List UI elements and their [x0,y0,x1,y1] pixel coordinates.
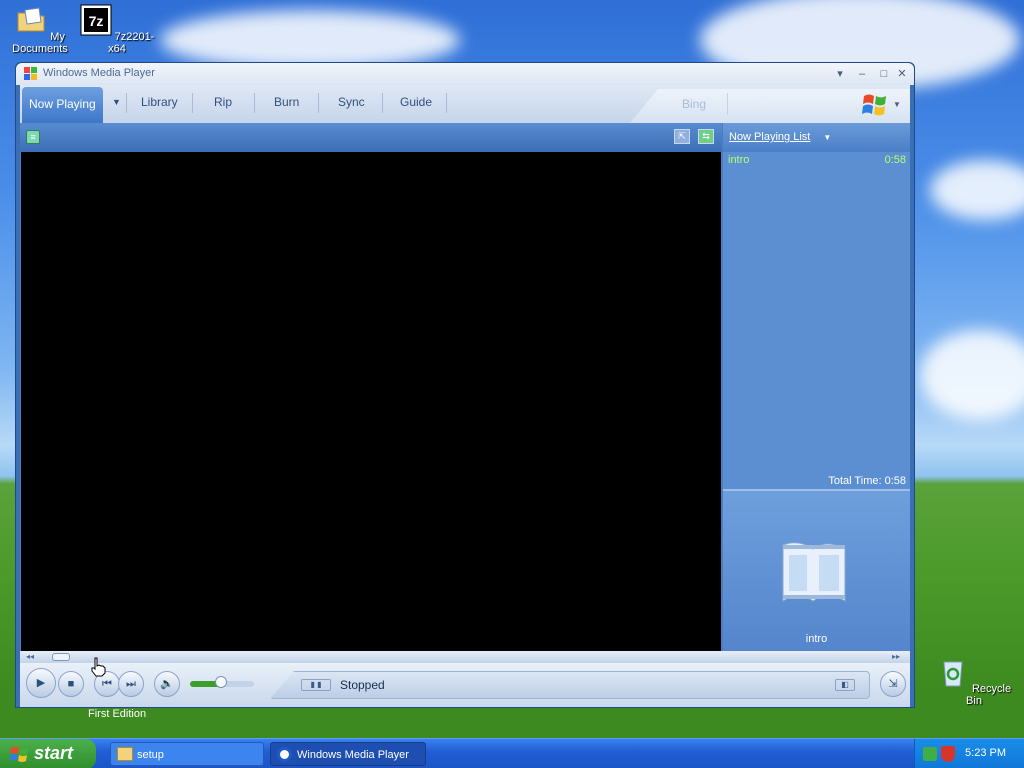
svg-text:7z: 7z [88,13,103,29]
seek-bar[interactable]: ◂◂ ▸▸ [20,651,910,663]
divider [382,93,383,113]
start-label: start [34,743,74,763]
maximize-icon[interactable]: □ [876,66,892,82]
cloud [160,10,460,70]
divider [727,93,728,115]
chevron-down-icon: ▼ [823,133,832,142]
7zip-icon: 7z [80,4,112,36]
playback-status: Stopped [340,678,385,692]
divider [126,93,127,113]
video-display[interactable] [21,152,721,652]
now-playing-toolbar: ≡ ⇱ ⇆ [20,123,722,152]
cloud [930,160,1024,220]
windows-logo-icon [24,67,37,80]
desktop-icon-label: Recycle Bin [966,683,1012,707]
playlist-item-duration: 0:58 [884,154,906,166]
play-button[interactable]: ▶ [26,668,56,698]
bing-area: Bing ▼ [630,89,910,123]
window-title: Windows Media Player [43,67,155,79]
desktop-icon-7z[interactable]: 7z 7z2201-x64 [77,4,157,55]
seek-rewind-icon[interactable]: ◂◂ [26,652,34,661]
status-pause-icon: ▮ ▮ [301,679,331,691]
tab-dropdown-chevron-icon[interactable]: ▼ [112,97,121,107]
recycle-bin-icon [943,661,963,687]
close-icon[interactable]: ✕ [894,66,910,82]
transport-controls: ▶ ■ ⏮ ⏭ 🔈 ▮ ▮ ◧ Stopped ⇲ [20,663,910,707]
taskbar: start setup Windows Media Player 5:23 PM [0,738,1024,768]
taskbar-item-label: setup [137,749,164,761]
total-time: Total Time: 0:58 [828,475,906,487]
desktop-icon-label: 7z2201-x64 [108,31,155,55]
tab-sync[interactable]: Sync [338,95,365,109]
stop-button[interactable]: ■ [58,671,84,697]
taskbar-item-wmp[interactable]: Windows Media Player [270,742,426,766]
taskbar-item-setup[interactable]: setup [110,742,264,766]
tab-now-playing[interactable]: Now Playing [22,87,103,123]
folder-icon [17,7,45,32]
media-player-icon [277,747,292,762]
divider [192,93,193,113]
mute-button[interactable]: 🔈 [154,671,180,697]
clock[interactable]: 5:23 PM [965,747,1006,759]
tab-bing[interactable]: Bing [682,97,706,111]
main-area: ≡ ⇱ ⇆ Now Playing List ▼ intro 0:58 Tota… [20,123,910,652]
tab-library[interactable]: Library [141,95,178,109]
skin-mode-icon[interactable]: ⇆ [698,129,714,144]
desktop-icon-my-documents[interactable]: My Documents [0,4,80,55]
windows-flag-icon[interactable] [862,92,890,118]
wmp-window: Windows Media Player ▾ – □ ✕ Now Playing… [15,62,915,708]
volume-thumb[interactable] [215,676,227,688]
menu-chevron-icon[interactable]: ▾ [832,66,848,82]
tab-rip[interactable]: Rip [214,95,232,109]
status-right-icon: ◧ [835,679,855,691]
security-shield-icon[interactable] [941,746,955,762]
divider [446,93,447,113]
minimize-icon[interactable]: – [854,66,870,82]
tab-burn[interactable]: Burn [274,95,299,109]
divider [254,93,255,113]
start-button[interactable]: start [0,739,96,768]
title-bar[interactable]: Windows Media Player ▾ – □ ✕ [16,63,914,85]
now-playing-list-header[interactable]: Now Playing List ▼ [723,123,910,152]
album-art-area: intro [723,491,910,651]
tab-guide[interactable]: Guide [400,95,432,109]
seek-forward-icon[interactable]: ▸▸ [892,652,900,661]
film-strip-icon [782,542,846,602]
tab-bar: Now Playing ▼ Library Rip Burn Sync Guid… [20,85,910,123]
switch-to-compact-mode-button[interactable]: ⇲ [880,671,906,697]
taskbar-item-label: Windows Media Player [297,749,409,761]
network-icon[interactable] [923,747,937,761]
now-playing-list-label: Now Playing List ▼ [729,131,832,143]
obscured-desktop-text: First Edition [88,708,147,720]
system-tray: 5:23 PM [914,739,1024,768]
playlist-toggle-icon[interactable]: ≡ [26,130,40,144]
cloud [920,330,1024,420]
album-art-caption: intro [805,633,828,645]
playlist-item-title: intro [728,154,750,166]
hand-cursor-icon [91,657,106,677]
fullscreen-mode-icon[interactable]: ⇱ [674,129,690,144]
folder-icon [117,747,133,761]
divider [318,93,319,113]
now-playing-list-panel: Now Playing List ▼ intro 0:58 Total Time… [723,123,910,651]
windows-flag-icon [10,747,28,762]
flag-menu-chevron-icon[interactable]: ▼ [893,100,901,109]
desktop-icon-recycle-bin[interactable]: Recycle Bin [934,656,1014,707]
playlist-item[interactable]: intro 0:58 [727,154,906,168]
seek-handle[interactable] [52,653,70,661]
next-button[interactable]: ⏭ [118,671,144,697]
